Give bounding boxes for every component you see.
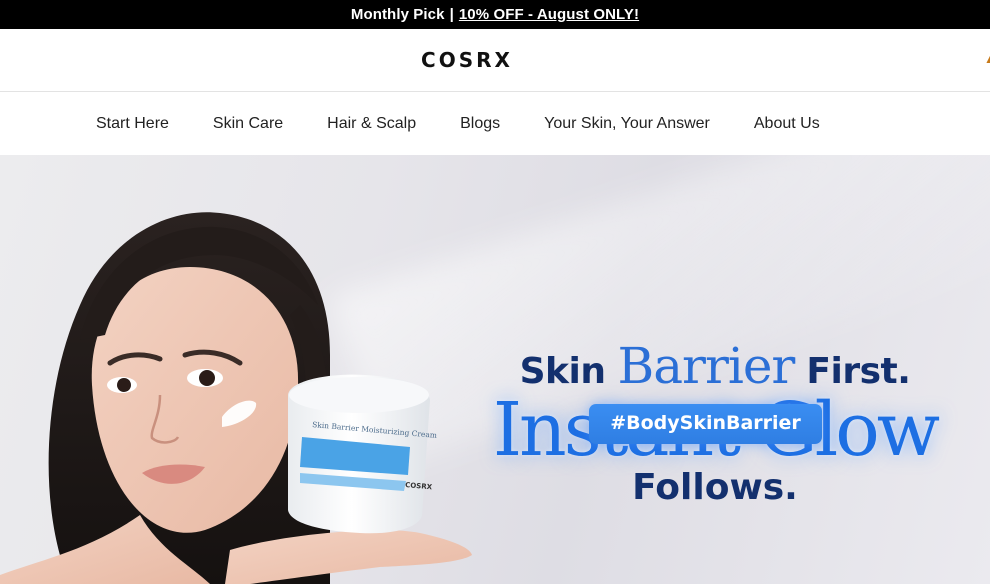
nav-item-skin-care[interactable]: Skin Care (213, 115, 283, 133)
announcement-bar: Monthly Pick | 10% OFF - August ONLY! (0, 0, 990, 29)
nav-item-about-us[interactable]: About Us (754, 115, 820, 133)
nav-item-blogs[interactable]: Blogs (460, 115, 500, 133)
brand-logo[interactable]: COSRX (421, 48, 513, 72)
hero-model-image: Skin Barrier Moisturizing Cream COSRX (0, 212, 472, 584)
hero-banner[interactable]: Skin Barrier Moisturizing Cream COSRX Sk… (0, 155, 990, 584)
hashtag-button[interactable]: #BodySkinBarrier (589, 404, 822, 444)
nav-item-your-skin-your-answer[interactable]: Your Skin, Your Answer (544, 115, 710, 133)
hero-line-3: Follows. (632, 467, 798, 508)
announcement-lead: Monthly Pick (350, 6, 445, 23)
announcement-separator: | (449, 6, 454, 23)
main-nav: Start Here Skin Care Hair & Scalp Blogs … (0, 92, 990, 155)
nav-item-start-here[interactable]: Start Here (96, 115, 169, 133)
nav-item-hair-scalp[interactable]: Hair & Scalp (327, 115, 416, 133)
hero-line-1-skin: Skin (519, 351, 606, 392)
site-header: COSRX ▲ (0, 29, 990, 92)
announcement-promo-link[interactable]: 10% OFF - August ONLY! (459, 6, 639, 23)
hero-line-1-first: First. (806, 351, 911, 392)
header-edge-icon[interactable]: ▲ (984, 53, 990, 65)
